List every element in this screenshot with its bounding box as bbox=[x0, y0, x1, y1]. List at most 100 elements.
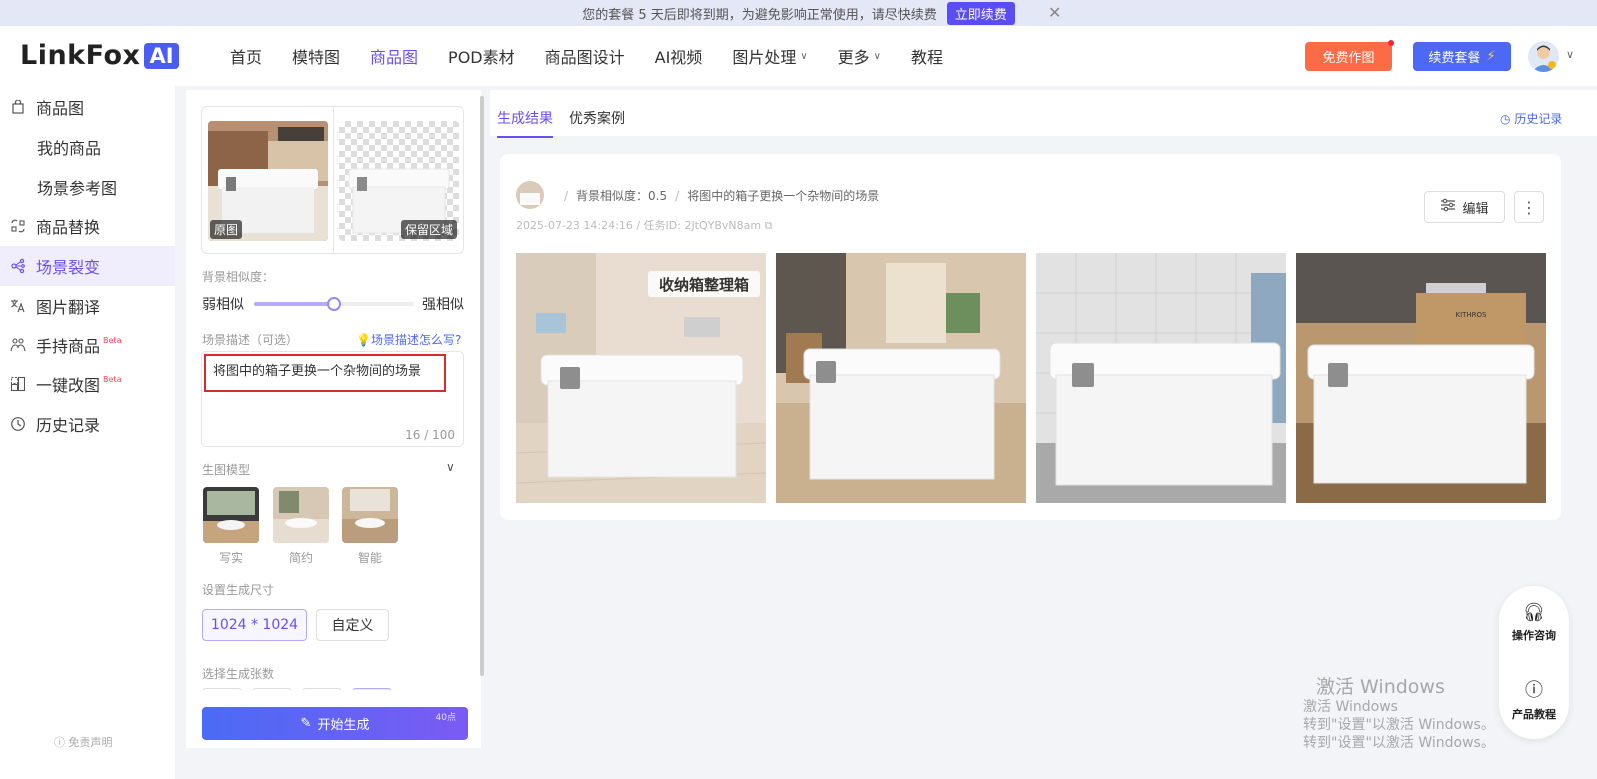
history-link[interactable]: ◷ 历史记录 bbox=[1500, 110, 1562, 127]
nav-home[interactable]: 首页 bbox=[230, 44, 262, 68]
consult-button[interactable]: 🎧︎ 操作咨询 bbox=[1499, 602, 1569, 643]
top-header: LinkFox AI 首页 模特图 商品图 POD素材 商品图设计 AI视频 图… bbox=[0, 26, 1597, 86]
model-simple[interactable]: 简约 bbox=[273, 487, 329, 566]
fission-icon bbox=[10, 258, 26, 274]
shelf-text: KITHROS bbox=[1455, 311, 1487, 319]
edit-button[interactable]: 编辑 bbox=[1424, 191, 1505, 223]
headset-icon: 🎧︎ bbox=[1522, 602, 1546, 623]
edit-image-icon bbox=[10, 376, 26, 392]
model-smart[interactable]: 智能 bbox=[342, 487, 398, 566]
bulb-icon: 💡 bbox=[356, 333, 371, 347]
source-thumbnail bbox=[516, 181, 544, 209]
result-overlay-text: 收纳箱整理箱 bbox=[659, 276, 749, 294]
banner-text: 您的套餐 5 天后即将到期，为避免影响正常使用，请尽快续费 bbox=[582, 7, 937, 23]
sidebar-item-one-click-edit[interactable]: 一键改图 Beta bbox=[0, 364, 175, 404]
model-label: 生图模型 bbox=[202, 463, 251, 477]
similarity-slider: 弱相似 强相似 bbox=[202, 293, 466, 313]
nav-model[interactable]: 模特图 bbox=[292, 44, 340, 68]
sidebar-item-scene-variation[interactable]: 场景裂变 bbox=[0, 246, 175, 286]
result-card: / 背景相似度：0.5/将图中的箱子更换一个杂物间的场景 2025-07-23 1… bbox=[500, 154, 1561, 520]
keep-area-image[interactable]: 保留区域 bbox=[339, 121, 459, 241]
weak-label: 弱相似 bbox=[202, 297, 244, 313]
result-image-2[interactable] bbox=[776, 253, 1026, 503]
beta-badge: Beta bbox=[103, 336, 122, 345]
original-label: 原图 bbox=[210, 220, 243, 239]
sidebar-item-scene-reference[interactable]: 场景参考图 bbox=[0, 167, 175, 207]
renew-plan-button[interactable]: 续费套餐 ⚡ bbox=[1413, 42, 1511, 71]
chevron-down-icon: ∨ bbox=[800, 50, 808, 62]
similarity-label: 背景相似度： bbox=[202, 270, 275, 284]
keep-area-label: 保留区域 bbox=[400, 220, 457, 239]
size-1024-button[interactable]: 1024 * 1024 bbox=[202, 609, 307, 641]
notification-dot bbox=[1388, 40, 1394, 46]
sidebar-item-handheld-product[interactable]: 手持商品 Beta bbox=[0, 325, 175, 365]
result-image-3[interactable] bbox=[1036, 253, 1286, 503]
windows-watermark: 激活 Windows bbox=[1316, 676, 1445, 698]
chevron-down-icon[interactable]: ∨ bbox=[446, 460, 455, 474]
strong-label: 强相似 bbox=[422, 297, 464, 313]
translate-icon bbox=[10, 298, 26, 314]
original-image[interactable]: 原图 bbox=[208, 121, 328, 241]
floating-help: 🎧︎ 操作咨询 ⓘ 产品教程 bbox=[1499, 586, 1569, 739]
avatar[interactable] bbox=[1528, 41, 1559, 72]
bolt-icon: ⚡ bbox=[1486, 49, 1496, 64]
size-label: 设置生成尺寸 bbox=[202, 583, 275, 597]
char-count: 16 / 100 bbox=[405, 428, 455, 442]
source-image-box: 原图 保留区域 bbox=[201, 106, 464, 254]
nav-pod[interactable]: POD素材 bbox=[448, 44, 515, 68]
replace-icon bbox=[10, 218, 26, 234]
renew-now-button[interactable]: 立即续费 bbox=[946, 1, 1015, 25]
clock-icon: ◷ bbox=[1500, 112, 1511, 126]
left-sidebar: 商品图 我的商品 场景参考图 商品替换 场景裂变 图片翻译 手持商品 Beta … bbox=[0, 86, 175, 779]
sidebar-item-image-translate[interactable]: 图片翻译 bbox=[0, 286, 175, 326]
sidebar-item-product-replace[interactable]: 商品替换 bbox=[0, 206, 175, 246]
nav-tutorial[interactable]: 教程 bbox=[911, 44, 943, 68]
scene-hint-link[interactable]: 💡场景描述怎么写? bbox=[356, 331, 461, 348]
prompt-text: 将图中的箱子更换一个杂物间的场景 bbox=[687, 189, 880, 203]
slider-fill bbox=[254, 302, 334, 306]
tab-results[interactable]: 生成结果 bbox=[497, 108, 553, 138]
config-scrollbar[interactable] bbox=[480, 96, 484, 676]
windows-watermark-sub: 激活 Windows 转到"设置"以激活 Windows。 转到"设置"以激活 … bbox=[1303, 699, 1495, 751]
disclaimer-link[interactable]: ⓘ 免责声明 bbox=[54, 734, 113, 750]
result-meta: / 背景相似度：0.5/将图中的箱子更换一个杂物间的场景 bbox=[564, 189, 880, 203]
scene-description-textarea[interactable]: 将图中的箱子更换一个杂物间的场景 16 / 100 bbox=[201, 351, 464, 447]
bag-icon bbox=[10, 99, 26, 115]
scene-description-label: 场景描述（可选） bbox=[202, 333, 299, 347]
nav-more[interactable]: 更多 ∨ bbox=[838, 44, 881, 68]
size-custom-button[interactable]: 自定义 bbox=[316, 609, 389, 641]
nav-image-processing[interactable]: 图片处理 ∨ bbox=[732, 44, 807, 68]
result-image-4[interactable]: KITHROS bbox=[1296, 253, 1546, 503]
beta-badge: Beta bbox=[103, 375, 122, 384]
slider-thumb[interactable] bbox=[327, 297, 341, 311]
nav-ai-video[interactable]: AI视频 bbox=[655, 44, 703, 68]
sliders-icon bbox=[1440, 198, 1456, 216]
clock-icon bbox=[10, 416, 26, 432]
nav-product-design[interactable]: 商品图设计 bbox=[545, 44, 625, 68]
sidebar-item-history[interactable]: 历史记录 bbox=[0, 404, 175, 444]
close-icon[interactable]: ✕ bbox=[1048, 3, 1061, 22]
copy-icon[interactable]: ⧉ bbox=[765, 219, 773, 232]
magic-wand-icon: ✎ bbox=[300, 716, 312, 731]
scene-text: 将图中的箱子更换一个杂物间的场景 bbox=[213, 364, 422, 379]
tab-showcase[interactable]: 优秀案例 bbox=[569, 108, 625, 138]
cost-badge: 40点 bbox=[435, 713, 456, 723]
main-nav: 首页 模特图 商品图 POD素材 商品图设计 AI视频 图片处理 ∨ 更多 ∨ 教程 bbox=[230, 44, 973, 68]
logo[interactable]: LinkFox AI bbox=[20, 40, 179, 71]
sidebar-item-product-image[interactable]: 商品图 bbox=[0, 87, 175, 127]
model-realistic[interactable]: 写实 bbox=[203, 487, 259, 566]
sidebar-item-my-products[interactable]: 我的商品 bbox=[0, 127, 175, 167]
tutorial-button[interactable]: ⓘ 产品教程 bbox=[1499, 676, 1569, 722]
chevron-down-icon[interactable]: ∨ bbox=[1566, 48, 1574, 61]
result-image-1[interactable]: 收纳箱整理箱 bbox=[516, 253, 766, 503]
slider-track[interactable] bbox=[254, 297, 414, 311]
free-create-button[interactable]: 免费作图 bbox=[1305, 40, 1394, 71]
timestamp: 2025-07-23 14:24:16 / 任务ID: 2JtQYBvN8am … bbox=[516, 219, 773, 232]
question-icon: ⓘ bbox=[1525, 680, 1543, 701]
generate-button[interactable]: ✎ 开始生成 40点 bbox=[202, 707, 468, 740]
nav-product[interactable]: 商品图 bbox=[370, 44, 418, 68]
config-panel: 原图 保留区域 背景相似度： 弱相似 强相似 场景描述（可选） 💡场景描述怎么写… bbox=[186, 90, 481, 748]
more-options-button[interactable]: ⋮ bbox=[1514, 191, 1544, 223]
expiry-banner: 您的套餐 5 天后即将到期，为避免影响正常使用，请尽快续费 立即续费 ✕ bbox=[0, 0, 1597, 26]
chevron-down-icon: ∨ bbox=[873, 50, 881, 62]
